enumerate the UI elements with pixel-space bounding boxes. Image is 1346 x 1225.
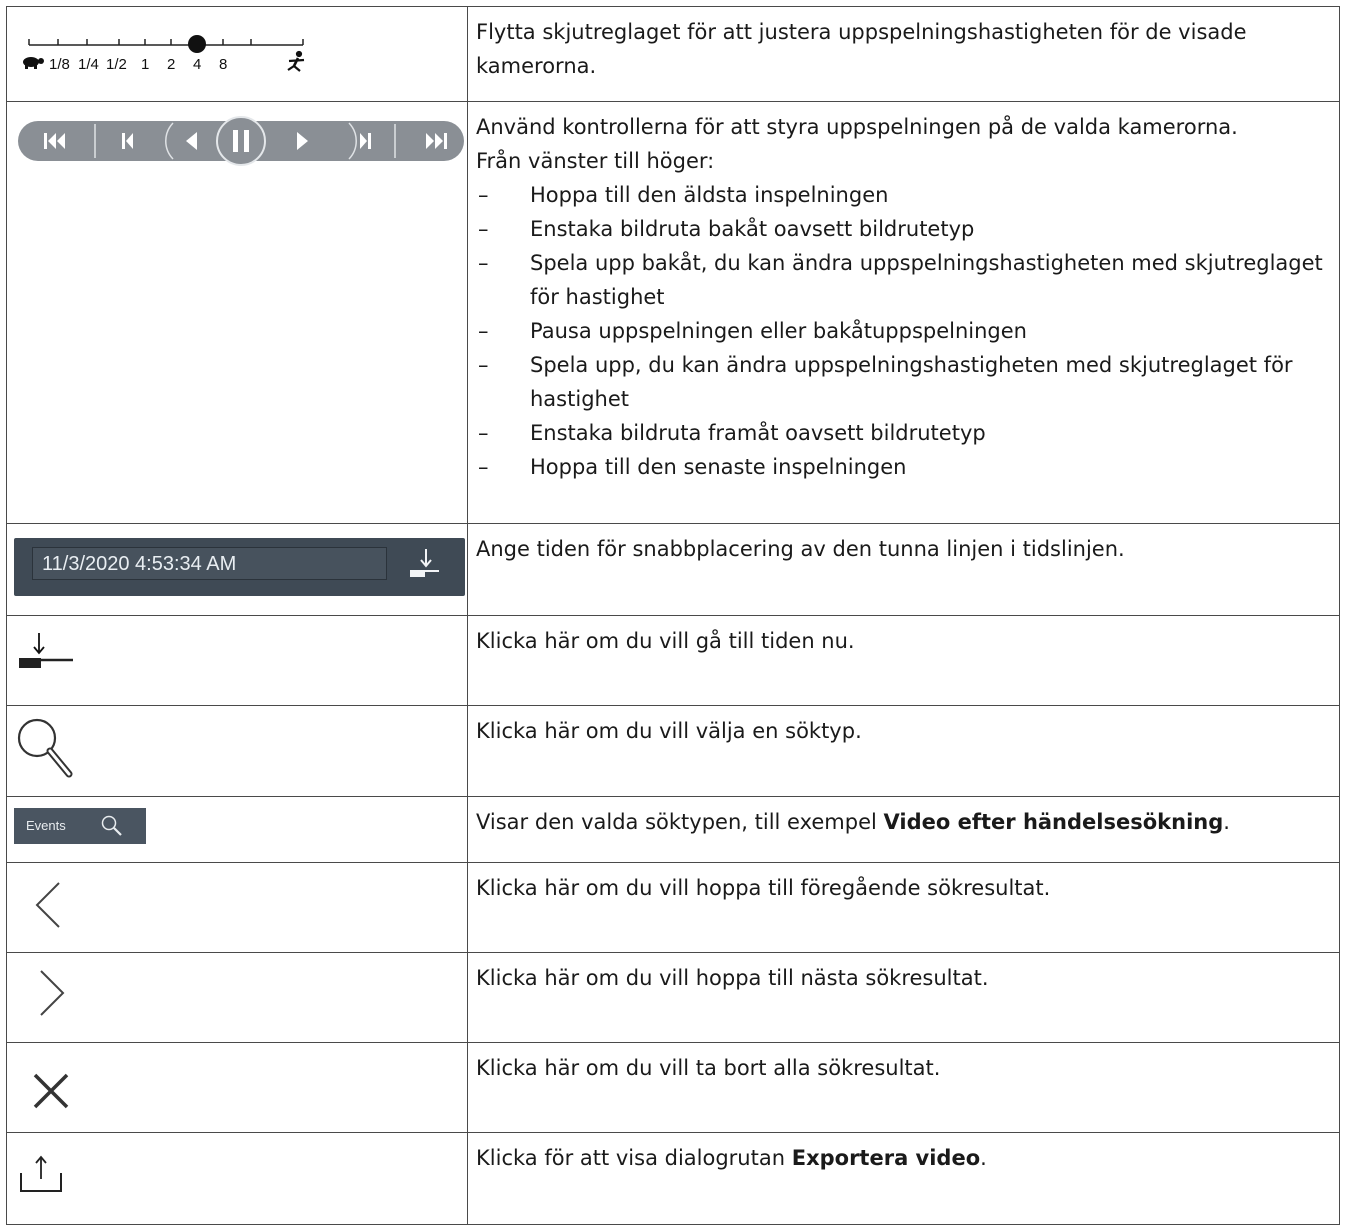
speed-slider[interactable]: 1/8 1/4 1/2 1 2 4 8 [17, 15, 347, 95]
table-row: Klicka här om du vill ta bort alla sökre… [6, 1042, 1340, 1133]
controls-table: 1/8 1/4 1/2 1 2 4 8 Flytta skjutreglaget… [6, 6, 1340, 1225]
list-item: – Hoppa till den senaste inspelningen [478, 455, 907, 479]
description-text: Klicka här om du vill ta bort alla sökre… [476, 1056, 941, 1080]
speed-label: 1/4 [78, 56, 99, 73]
list-item: – Hoppa till den äldsta inspelningen [478, 183, 889, 207]
list-item: – Spela upp, du kan ändra uppspelningshas… [478, 353, 1293, 411]
description-text: Klicka här om du vill hoppa till föregåe… [476, 876, 1051, 900]
list-item: – Enstaka bildruta bakåt oavsett bildrute… [478, 217, 975, 241]
date-jump-bar: 11/3/2020 4:53:34 AM [14, 538, 465, 596]
prev-result-cell [6, 862, 468, 953]
jump-to-time-icon[interactable] [406, 546, 442, 582]
playback-controls [18, 116, 464, 166]
table-row: Använd kontrollerna för att styra uppspe… [6, 101, 1340, 524]
clear-results-cell [6, 1042, 468, 1133]
control-list: – Hoppa till den äldsta inspelningen – Ens… [476, 178, 1331, 484]
search-cell [6, 705, 468, 797]
playback-controls-cell [6, 101, 468, 524]
description-text: Ange tiden för snabbplacering av den tun… [476, 537, 1125, 561]
description-text: Klicka här om du vill hoppa till nästa s… [476, 966, 989, 990]
speed-label: 4 [193, 56, 201, 73]
chevron-left-icon[interactable] [29, 877, 69, 937]
search-type-label: Events [26, 818, 66, 833]
speed-label: 2 [167, 56, 175, 73]
search-type-button[interactable]: Events [14, 808, 146, 844]
speed-label: 1/8 [49, 56, 70, 73]
events-search-cell: Events [6, 796, 468, 863]
speed-label: 8 [219, 56, 227, 73]
jump-now-description: Klicka här om du vill gå till tiden nu. [467, 615, 1340, 706]
date-jump-description: Ange tiden för snabbplacering av den tun… [467, 523, 1340, 616]
playback-description: Använd kontrollerna för att styra uppspe… [467, 101, 1340, 524]
export-cell [6, 1132, 468, 1225]
speed-slider-cell: 1/8 1/4 1/2 1 2 4 8 [6, 6, 468, 102]
jump-now-cell [6, 615, 468, 706]
speed-label: 1 [141, 56, 149, 73]
close-icon[interactable] [29, 1069, 79, 1119]
table-row: Events Visar den valda söktypen, till ex… [6, 796, 1340, 863]
clear-results-description: Klicka här om du vill ta bort alla sökre… [467, 1042, 1340, 1133]
speed-description: Flytta skjutreglaget för att justera upp… [467, 6, 1340, 102]
list-item: – Spela upp bakåt, du kan ändra uppspelni… [478, 251, 1323, 309]
turtle-icon [23, 57, 44, 69]
description-text: Använd kontrollerna för att styra uppspe… [476, 115, 1238, 139]
magnifier-icon[interactable] [13, 714, 83, 788]
next-result-description: Klicka här om du vill hoppa till nästa s… [467, 952, 1340, 1043]
search-description: Klicka här om du vill välja en söktyp. [467, 705, 1340, 797]
events-search-description: Visar den valda söktypen, till exempel V… [467, 796, 1340, 863]
description-text: Flytta skjutreglaget för att justera upp… [476, 20, 1247, 78]
table-row: Klicka för att visa dialogrutan Exporter… [6, 1132, 1340, 1225]
description-text: Från vänster till höger: [476, 149, 715, 173]
table-row: 1/8 1/4 1/2 1 2 4 8 Flytta skjutreglaget… [6, 6, 1340, 102]
speed-label: 1/2 [106, 56, 127, 73]
export-description: Klicka för att visa dialogrutan Exporter… [467, 1132, 1340, 1225]
table-row: Klicka här om du vill hoppa till föregåe… [6, 862, 1340, 953]
export-icon[interactable] [19, 1151, 79, 1201]
jump-to-now-icon[interactable] [15, 630, 77, 680]
next-result-cell [6, 952, 468, 1043]
table-row: 11/3/2020 4:53:34 AM Ange tiden för snab… [6, 523, 1340, 616]
list-item: – Enstaka bildruta framåt oavsett bildrut… [478, 421, 986, 445]
list-item: – Pausa uppspelningen eller bakåtuppspeln… [478, 319, 1027, 343]
description-text: Klicka här om du vill välja en söktyp. [476, 719, 862, 743]
date-jump-cell: 11/3/2020 4:53:34 AM [6, 523, 468, 616]
prev-result-description: Klicka här om du vill hoppa till föregåe… [467, 862, 1340, 953]
description-text: Klicka här om du vill gå till tiden nu. [476, 629, 855, 653]
table-row: Klicka här om du vill hoppa till nästa s… [6, 952, 1340, 1043]
magnifier-icon [101, 815, 122, 836]
chevron-right-icon[interactable] [31, 965, 71, 1025]
running-person-icon [287, 50, 305, 72]
slider-thumb[interactable] [188, 35, 206, 53]
date-time-input[interactable]: 11/3/2020 4:53:34 AM [32, 547, 387, 580]
table-row: Klicka här om du vill välja en söktyp. [6, 705, 1340, 797]
table-row: Klicka här om du vill gå till tiden nu. [6, 615, 1340, 706]
